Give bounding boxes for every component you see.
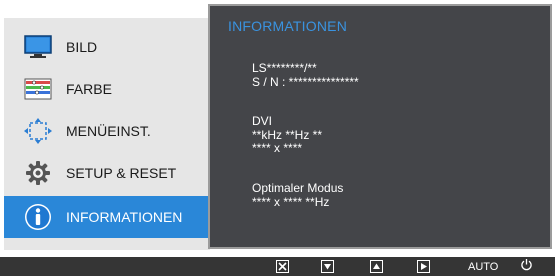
menu-item-farbe[interactable]: FARBE [4,68,210,110]
close-button[interactable] [276,258,289,275]
power-icon [520,258,533,276]
monitor-osd: BILD FARBE MENÜEINST. SETUP & RESET INFO… [0,0,555,251]
menu-item-informationen[interactable]: INFORMATIONEN [4,196,210,238]
up-button[interactable] [370,258,383,275]
down-button[interactable] [321,258,334,275]
model-info-block: LS********/** S / N : *************** [252,61,359,89]
menu-item-bild[interactable]: BILD [4,26,210,68]
panel-title: INFORMATIONEN [228,18,348,34]
monitor-icon [24,33,52,61]
info-icon [24,203,52,231]
menu-settings-icon [24,117,52,145]
up-arrow-icon [370,260,383,273]
menu-label-setup-reset: SETUP & RESET [66,165,177,181]
auto-button[interactable]: AUTO [468,258,498,275]
power-button[interactable] [520,258,533,275]
serial-number: S / N : *************** [252,74,359,89]
enter-icon [417,260,430,273]
optimal-mode-value: **** x **** **Hz [252,194,330,209]
menu-item-menueinst[interactable]: MENÜEINST. [4,110,210,152]
auto-button-label: AUTO [468,260,499,273]
main-menu: BILD FARBE MENÜEINST. SETUP & RESET INFO… [4,18,210,250]
optimal-mode-block: Optimaler Modus **** x **** **Hz [252,181,344,209]
enter-button[interactable] [417,258,430,275]
menu-label-menueinst: MENÜEINST. [66,123,151,139]
menu-item-setup-reset[interactable]: SETUP & RESET [4,152,210,194]
information-panel: INFORMATIONEN LS********/** S / N : ****… [208,4,552,249]
monitor-button-bar: AUTO [0,257,555,276]
input-source: DVI [252,114,273,128]
menu-label-informationen: INFORMATIONEN [66,209,183,225]
model-number: LS********/** [252,61,317,75]
resolution-value: **** x **** [252,141,303,155]
signal-info-block: DVI **kHz **Hz ** **** x **** [252,114,323,156]
menu-label-bild: BILD [66,39,98,55]
frequency-value: **kHz **Hz ** [252,127,323,142]
optimal-mode-label: Optimaler Modus [252,181,344,195]
gear-icon [24,159,52,187]
color-bars-icon [24,75,52,103]
menu-label-farbe: FARBE [66,81,112,97]
down-arrow-icon [321,260,334,273]
close-icon [276,260,289,273]
